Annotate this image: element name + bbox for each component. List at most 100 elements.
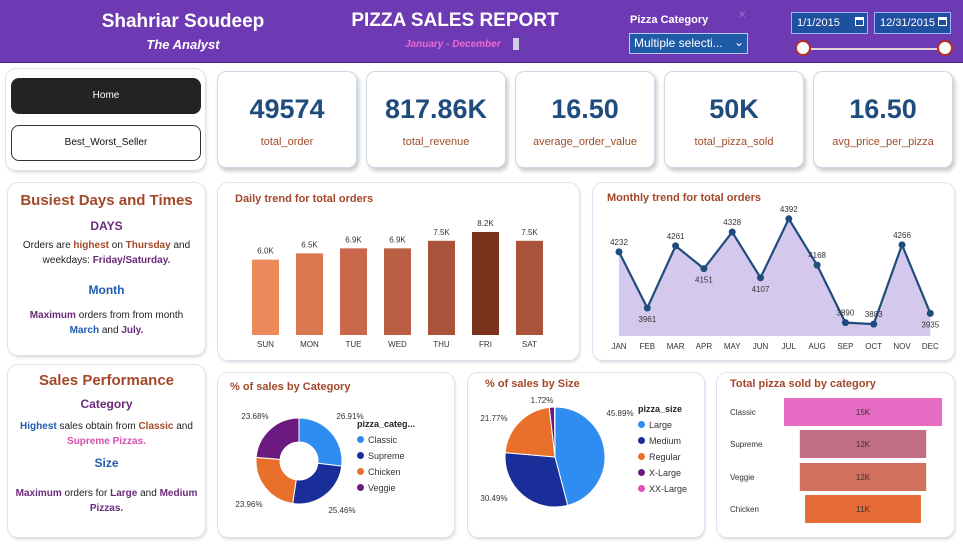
slice-value-label: 23.68% bbox=[241, 412, 268, 421]
x-tick-label: OCT bbox=[865, 342, 882, 351]
end-date-input[interactable]: 12/31/2015 bbox=[874, 12, 951, 34]
legend-item-regular[interactable]: Regular bbox=[638, 452, 687, 462]
legend-item-supreme[interactable]: Supreme bbox=[357, 451, 415, 461]
x-tick-label: THU bbox=[433, 340, 450, 349]
date-slider-start-handle[interactable] bbox=[795, 40, 811, 56]
legend-label: X-Large bbox=[649, 468, 682, 478]
bar-mon[interactable] bbox=[296, 253, 323, 335]
point-value-label: 4266 bbox=[893, 231, 911, 240]
legend-label: Large bbox=[649, 420, 673, 430]
bar-value-label: 11K bbox=[856, 505, 870, 514]
legend-label: Regular bbox=[649, 452, 681, 462]
analyst-role: The Analyst bbox=[146, 37, 220, 52]
x-tick-label: JUL bbox=[782, 342, 797, 351]
end-date-value: 12/31/2015 bbox=[880, 17, 936, 29]
bar-sat[interactable] bbox=[516, 240, 543, 335]
category-label: Supreme bbox=[730, 440, 763, 449]
bar-tue[interactable] bbox=[340, 248, 367, 335]
bar-value-label: 6.9K bbox=[345, 235, 362, 244]
legend-item-large[interactable]: Large bbox=[638, 420, 687, 430]
point-jun[interactable] bbox=[757, 274, 764, 282]
legend-item-xx-large[interactable]: XX-Large bbox=[638, 484, 687, 494]
point-nov[interactable] bbox=[898, 241, 906, 249]
x-tick-label: AUG bbox=[808, 342, 825, 351]
clear-filter-icon[interactable]: ✕ bbox=[738, 10, 746, 21]
bar-value-label: 6.5K bbox=[301, 240, 318, 249]
home-button[interactable]: Home bbox=[11, 78, 201, 114]
point-value-label: 3935 bbox=[921, 320, 939, 329]
x-tick-label: FEB bbox=[640, 342, 656, 351]
sales-performance-card: Sales Performance Category Highest sales… bbox=[8, 365, 205, 537]
kpi-total-order: 49574 total_order bbox=[217, 71, 357, 168]
category-label: Classic bbox=[730, 408, 756, 417]
best-worst-seller-button[interactable]: Best_Worst_Seller bbox=[11, 125, 201, 161]
legend-item-medium[interactable]: Medium bbox=[638, 436, 687, 446]
legend-swatch bbox=[638, 469, 645, 476]
bar-fri[interactable] bbox=[472, 232, 499, 335]
point-value-label: 4328 bbox=[723, 218, 741, 227]
point-jul[interactable] bbox=[785, 215, 793, 223]
sales-perf-title: Sales Performance bbox=[38, 372, 175, 389]
legend-item-veggie[interactable]: Veggie bbox=[357, 483, 415, 493]
slice-classic[interactable] bbox=[298, 417, 343, 467]
bar-value-label: 6.0K bbox=[257, 247, 274, 256]
slice-value-label: 21.77% bbox=[480, 414, 507, 423]
bar-value-label: 12K bbox=[856, 473, 871, 482]
legend-item-classic[interactable]: Classic bbox=[357, 435, 415, 445]
point-feb[interactable] bbox=[643, 304, 651, 312]
sales-by-category-card: % of sales by Category 26.91% 25.46% 23.96… bbox=[218, 373, 454, 537]
kpi-value: 50K bbox=[709, 94, 759, 124]
kpi-label: total_pizza_sold bbox=[694, 136, 774, 148]
point-value-label: 4232 bbox=[610, 238, 628, 247]
slice-supreme[interactable] bbox=[292, 462, 343, 505]
kpi-value: 16.50 bbox=[551, 94, 619, 124]
bar-wed[interactable] bbox=[384, 248, 411, 335]
category-donut-chart: 26.91%25.46%23.96%23.68% bbox=[235, 412, 363, 515]
legend-label: Chicken bbox=[368, 467, 401, 477]
bar-sun[interactable] bbox=[252, 259, 279, 335]
legend-title: pizza_categ... bbox=[357, 419, 416, 429]
point-aug[interactable] bbox=[813, 261, 821, 269]
point-may[interactable] bbox=[728, 228, 736, 236]
slice-chicken[interactable] bbox=[255, 456, 297, 505]
legend-label: Medium bbox=[649, 436, 682, 446]
bar-value-label: 15K bbox=[856, 408, 871, 417]
bar-thu[interactable] bbox=[428, 240, 455, 335]
date-slider-end-handle[interactable] bbox=[937, 40, 953, 56]
busiest-title: Busiest Days and Times bbox=[20, 192, 193, 209]
legend-swatch bbox=[638, 485, 645, 492]
kpi-label: avg_price_per_pizza bbox=[832, 136, 934, 148]
point-mar[interactable] bbox=[672, 242, 680, 250]
point-dec[interactable] bbox=[926, 309, 934, 317]
point-sep[interactable] bbox=[841, 319, 849, 327]
size-legend: pizza_size Large Medium Regular X-Large XX-L… bbox=[638, 404, 687, 494]
legend-item-chicken[interactable]: Chicken bbox=[357, 467, 415, 477]
calendar-icon[interactable] bbox=[938, 17, 947, 26]
date-slider-track[interactable] bbox=[803, 48, 946, 50]
x-tick-label: JAN bbox=[611, 342, 626, 351]
kpi-value: 16.50 bbox=[849, 94, 917, 124]
bar-value-label: 7.5K bbox=[521, 228, 538, 237]
legend-item-x-large[interactable]: X-Large bbox=[638, 468, 687, 478]
daily-trend-card: Daily trend for total orders 6.0K SUN 6.5K… bbox=[218, 183, 579, 360]
legend-swatch bbox=[638, 421, 645, 428]
kpi-average-order-value: 16.50 average_order_value bbox=[515, 71, 655, 168]
start-date-input[interactable]: 1/1/2015 bbox=[791, 12, 868, 34]
bar-value-label: 7.5K bbox=[433, 228, 450, 237]
category-filter-dropdown[interactable]: Multiple selecti... ⌄ bbox=[629, 33, 748, 54]
slice-value-label: 25.46% bbox=[328, 506, 355, 515]
legend-label: XX-Large bbox=[649, 484, 688, 494]
slice-value-label: 1.72% bbox=[531, 396, 554, 405]
start-date-value: 1/1/2015 bbox=[797, 17, 840, 29]
point-oct[interactable] bbox=[870, 320, 878, 328]
slice-veggie[interactable] bbox=[255, 417, 300, 460]
days-text: Orders are highest on Thursday and weekd… bbox=[22, 240, 191, 266]
slice-regular[interactable] bbox=[504, 406, 556, 458]
category-filter-label: Pizza Category bbox=[630, 14, 709, 26]
x-tick-label: NOV bbox=[893, 342, 911, 351]
category-label: Chicken bbox=[730, 505, 759, 514]
point-apr[interactable] bbox=[700, 265, 708, 273]
point-jan[interactable] bbox=[615, 248, 623, 256]
calendar-icon[interactable] bbox=[855, 17, 864, 26]
daily-trend-chart: 6.0K SUN 6.5K MON 6.9K TUE 6.9K WED 7.5K THU 8.2K F… bbox=[252, 219, 543, 349]
